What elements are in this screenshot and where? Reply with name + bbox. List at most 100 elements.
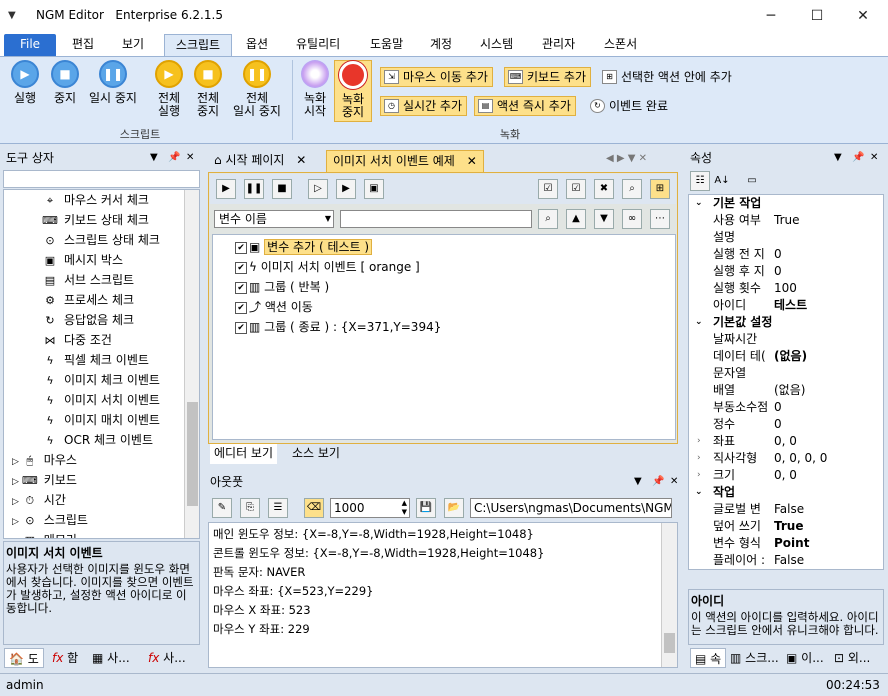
property-row[interactable]: 실행 전 지 0 [689, 246, 883, 263]
toolbox-item[interactable]: ▣ 메시지 박스 [42, 250, 160, 270]
toolbox-group[interactable]: ▷ ▦ 메모리 [12, 530, 88, 538]
close-icon[interactable]: ✕ [670, 472, 678, 492]
tab-file[interactable]: File [4, 34, 56, 56]
pin-icon[interactable]: 📌 [168, 148, 180, 168]
toolbox-item[interactable]: ϟ 이미지 서치 이벤트 [42, 390, 160, 410]
property-row[interactable]: 정수 0 [689, 416, 883, 433]
pause-all-button[interactable]: ❚❚ 전체 일시 중지 [228, 60, 286, 118]
property-row[interactable]: 아이디 테스트 [689, 297, 883, 314]
event-row[interactable]: ✔ ϟ 이미지 서치 이벤트 [ orange ] [235, 257, 441, 277]
toolbox-item[interactable]: ⋈ 다중 조건 [42, 330, 160, 350]
toolbox-group[interactable]: ▷ 🖱 마우스 [12, 450, 88, 470]
categorized-icon[interactable]: ☷ [690, 171, 710, 191]
property-value[interactable]: 0 [774, 399, 782, 416]
add-keyboard-button[interactable]: ⌨ 키보드 추가 [504, 67, 592, 87]
pause-button[interactable]: ❚❚ 일시 중지 [84, 60, 142, 105]
tab-admin[interactable]: 관리자 [536, 34, 581, 56]
prop-tab-properties[interactable]: ▤ 속 [690, 648, 727, 668]
tab-script[interactable]: 스크립트 [164, 34, 232, 56]
property-category[interactable]: ⌄ 작업 [689, 484, 883, 501]
step-icon[interactable]: ▷ [308, 179, 328, 199]
event-checkbox[interactable]: ✔ [235, 261, 247, 274]
event-done-button[interactable]: ↻ 이벤트 완료 [586, 96, 673, 116]
tab-view[interactable]: 보기 [116, 34, 150, 56]
output-path-field[interactable]: C:\Users\ngmas\Documents\NGM6\ [470, 498, 672, 518]
record-start-button[interactable]: 녹화 시작 [296, 60, 334, 118]
toolbox-tab-user[interactable]: ▦ 사... [88, 648, 134, 668]
spinner-icon[interactable]: ▲ ▼ [402, 499, 407, 517]
toolbox-item[interactable]: ϟ OCR 체크 이벤트 [42, 430, 160, 450]
tab-source-view[interactable]: 소스 보기 [288, 444, 344, 464]
property-row[interactable]: 실행 후 지 0 [689, 263, 883, 280]
run-all-button[interactable]: ▶ 전체 실행 [150, 60, 188, 118]
event-checkbox[interactable]: ✔ [235, 241, 247, 254]
prop-tab-script[interactable]: ▥ 스크... [726, 648, 783, 668]
tab-nav-icons[interactable]: ◀ ▶ ▼ ✕ [606, 153, 647, 164]
variable-value-input[interactable] [340, 210, 532, 228]
run-step-icon[interactable]: ▶ [336, 179, 356, 199]
record-stop-button[interactable]: 녹화 중지 [334, 60, 372, 122]
close-button[interactable]: ✕ [840, 0, 886, 32]
expand-icon[interactable]: ▷ [12, 477, 22, 487]
toolbox-search-input[interactable] [3, 170, 200, 188]
property-pages-icon[interactable]: ▭ [742, 171, 762, 191]
pin-icon[interactable]: 📌 [852, 148, 864, 168]
tab-account[interactable]: 계정 [424, 34, 458, 56]
collapse-icon[interactable]: ⌄ [695, 314, 703, 331]
event-checkbox[interactable]: ✔ [235, 321, 247, 334]
run-button[interactable]: ▶ 실행 [6, 60, 44, 105]
tab-image-search-example[interactable]: 이미지 서치 이벤트 예제 ✕ [326, 150, 484, 172]
expand-icon[interactable]: › [697, 450, 701, 467]
property-value[interactable]: 0 [774, 416, 782, 433]
property-row[interactable]: 변수 형식 Point [689, 535, 883, 552]
property-row[interactable]: 플레이어 : False [689, 552, 883, 569]
dropdown-icon[interactable]: ▼ [834, 148, 842, 168]
toolbox-item[interactable]: ⚙ 프로세스 체크 [42, 290, 160, 310]
property-row[interactable]: › 크기 0, 0 [689, 467, 883, 484]
tab-utility[interactable]: 유틸리티 [290, 34, 346, 56]
close-icon[interactable]: ✕ [186, 148, 194, 168]
minimize-button[interactable]: ─ [748, 0, 794, 32]
property-value[interactable]: True [774, 518, 803, 535]
property-row[interactable]: › 좌표 0, 0 [689, 433, 883, 450]
toolbox-item[interactable]: ⌖ 마우스 커서 체크 [42, 190, 160, 210]
toolbox-group[interactable]: ▷ ⏱ 시간 [12, 490, 88, 510]
event-row[interactable]: ✔ ▣ 변수 추가 ( 테스트 ) [235, 237, 441, 257]
toolbox-group[interactable]: ▷ ⌨ 키보드 [12, 470, 88, 490]
app-menu-icon[interactable]: ▼ [8, 10, 16, 21]
stop-all-button[interactable]: ■ 전체 중지 [189, 60, 227, 118]
eraser-icon[interactable]: ⌫ [304, 498, 324, 518]
scrollbar-thumb[interactable] [664, 633, 675, 653]
toolbox-item[interactable]: ϟ 이미지 매치 이벤트 [42, 410, 160, 430]
tab-start-page[interactable]: ⌂ 시작 페이지 ✕ [208, 150, 312, 172]
close-icon[interactable]: ✕ [870, 148, 878, 168]
property-row[interactable]: 날짜시간 [689, 331, 883, 348]
property-row[interactable]: › 직사각형 0, 0, 0, 0 [689, 450, 883, 467]
toolbox-tab-function[interactable]: fx 함 [48, 648, 82, 668]
expand-icon[interactable]: ▷ [12, 497, 22, 507]
close-icon[interactable]: ✕ [467, 154, 477, 168]
run-to-icon[interactable]: ▣ [364, 179, 384, 199]
save-icon[interactable]: 💾 [416, 498, 436, 518]
property-row[interactable]: 설명 [689, 229, 883, 246]
search-icon[interactable]: ⌕ [622, 179, 642, 199]
toolbox-group[interactable]: ▷ ⊙ 스크립트 [12, 510, 88, 530]
add-mouse-move-button[interactable]: ⇲ 마우스 이동 추가 [380, 67, 493, 87]
stop-icon[interactable]: ■ [272, 179, 292, 199]
folder-icon[interactable]: 📂 [444, 498, 464, 518]
tab-editor-view[interactable]: 에디터 보기 [210, 444, 278, 464]
add-action-now-button[interactable]: ▤ 액션 즉시 추가 [474, 96, 576, 116]
expand-icon[interactable]: › [697, 467, 701, 484]
search-icon[interactable]: ⌕ [538, 209, 558, 229]
property-value[interactable]: 100 [774, 280, 797, 297]
add-in-selected-button[interactable]: ⊞ 선택한 액션 안에 추가 [598, 67, 737, 87]
property-row[interactable]: 배열 (없음) [689, 382, 883, 399]
property-row[interactable]: 문자열 [689, 365, 883, 382]
property-row[interactable]: 데이터 테((없음) [689, 348, 883, 365]
infinity-icon[interactable]: ∞ [622, 209, 642, 229]
dropdown-icon[interactable]: ▼ [150, 148, 158, 168]
line-count-stepper[interactable]: 1000 ▲ ▼ [330, 498, 410, 518]
property-value[interactable]: (없음) [774, 382, 805, 399]
pause-icon[interactable]: ❚❚ [244, 179, 264, 199]
property-category[interactable]: ⌄ 기본 작업 [689, 195, 883, 212]
